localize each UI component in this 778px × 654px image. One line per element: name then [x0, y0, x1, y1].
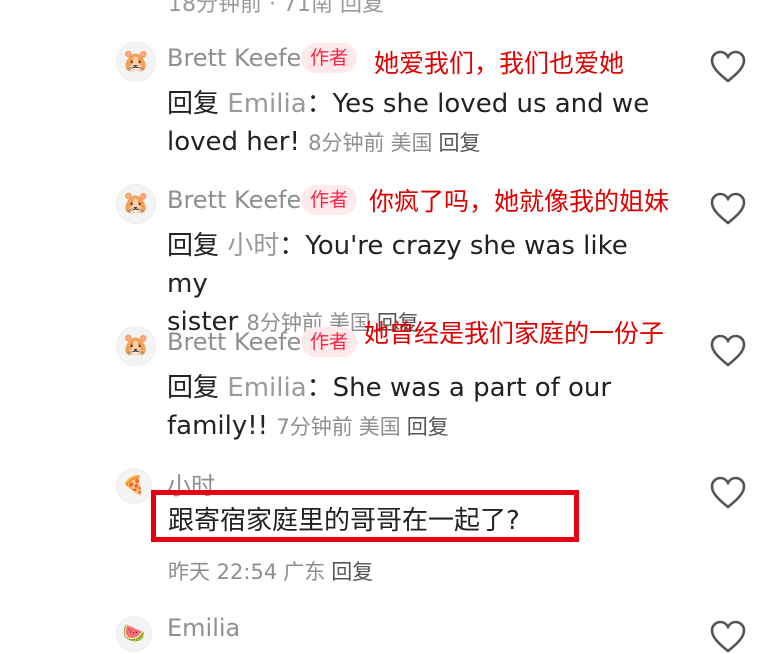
- comment-text: She was a part of our: [332, 373, 612, 403]
- author-badge: 作者: [301, 43, 358, 73]
- mention-link[interactable]: 小时: [227, 231, 279, 261]
- author-badge: 作者: [301, 327, 358, 357]
- colon: ：: [279, 231, 306, 261]
- comment-body: 回复 Emilia：She was a part of our family!!…: [167, 369, 667, 446]
- highlight-box: [151, 490, 579, 542]
- timestamp: 8分钟前: [308, 131, 385, 155]
- location: 美国: [390, 131, 433, 155]
- mention-link[interactable]: Emilia: [227, 89, 306, 119]
- username[interactable]: Brett Keefe: [167, 44, 301, 72]
- watermelon-icon[interactable]: 🍉: [116, 616, 152, 652]
- location: 广东: [283, 560, 326, 584]
- comment-text: loved her!: [167, 127, 300, 157]
- hamster-icon[interactable]: 🐹: [116, 42, 156, 82]
- previous-comment-meta: 18分钟前 · 71南 回复: [168, 0, 384, 17]
- heart-icon[interactable]: [710, 620, 746, 654]
- reply-button[interactable]: 回复: [439, 131, 481, 155]
- mention-link[interactable]: Emilia: [227, 373, 306, 403]
- heart-icon[interactable]: [710, 476, 746, 510]
- colon: ：: [306, 89, 333, 119]
- username[interactable]: Emilia: [167, 614, 240, 642]
- heart-icon[interactable]: [710, 334, 746, 368]
- reply-prefix: 回复: [167, 89, 220, 119]
- translation-annotation: 她曾经是我们家庭的一份子: [364, 319, 665, 348]
- username[interactable]: Brett Keefe: [167, 328, 301, 356]
- comment-meta: 昨天 22:54 广东 回复: [168, 556, 379, 586]
- reply-prefix: 回复: [167, 373, 220, 403]
- reply-prefix: 回复: [167, 231, 220, 261]
- heart-icon[interactable]: [710, 50, 746, 84]
- hamster-icon[interactable]: 🐹: [116, 326, 156, 366]
- colon: ：: [306, 373, 333, 403]
- username[interactable]: Brett Keefe: [167, 186, 301, 214]
- comment-meta: 8分钟前 美国 回复: [308, 131, 486, 155]
- heart-icon[interactable]: [710, 192, 746, 226]
- pizza-icon[interactable]: 🍕: [116, 468, 152, 504]
- translation-annotation: 她爱我们，我们也爱她: [374, 49, 625, 78]
- translation-annotation: 你疯了吗，她就像我的姐妹: [369, 187, 670, 216]
- location: 美国: [358, 415, 401, 439]
- timestamp: 7分钟前: [276, 415, 353, 439]
- comment-body: 回复 Emilia：Yes she loved us and we loved …: [167, 85, 667, 162]
- author-badge: 作者: [301, 185, 358, 215]
- hamster-icon[interactable]: 🐹: [116, 184, 156, 224]
- timestamp: 昨天 22:54: [168, 560, 278, 584]
- reply-button[interactable]: 回复: [407, 415, 449, 439]
- comment-meta: 7分钟前 美国 回复: [276, 415, 454, 439]
- comment-text: family!!: [167, 411, 269, 441]
- reply-button[interactable]: 回复: [331, 560, 373, 584]
- comment-text: Yes she loved us and we: [332, 89, 650, 119]
